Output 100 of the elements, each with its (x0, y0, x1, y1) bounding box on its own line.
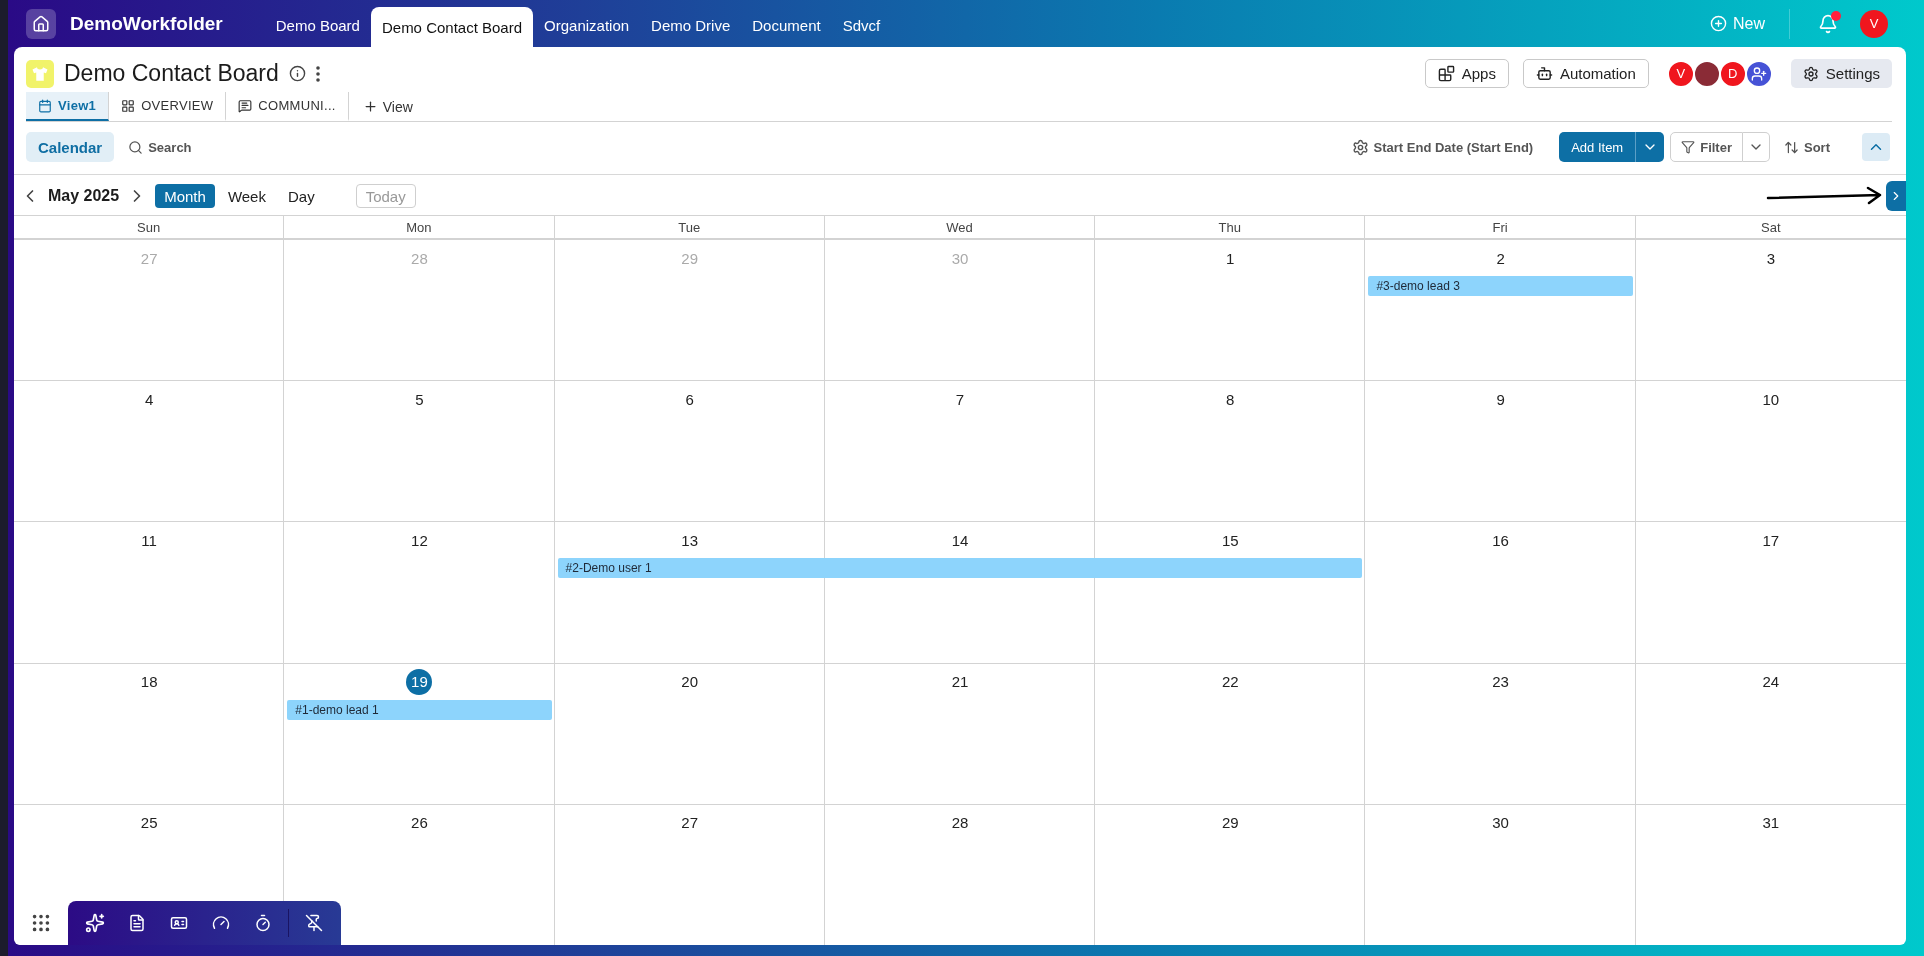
board-tab[interactable]: Organization (533, 7, 641, 43)
search-icon (128, 139, 144, 155)
sparkles-icon (85, 913, 105, 933)
day-number: 26 (411, 814, 428, 832)
day-number: 18 (140, 673, 158, 691)
view-tab[interactable]: OVERVIEW (109, 92, 227, 121)
add-item-button[interactable]: Add Item (1559, 132, 1636, 162)
expand-panel-button[interactable] (1886, 181, 1906, 211)
bell-icon (1818, 13, 1838, 34)
sort-icon (1784, 139, 1799, 155)
home-button[interactable] (26, 8, 56, 39)
robot-icon (1535, 65, 1553, 82)
add-item-dropdown[interactable] (1635, 132, 1665, 162)
calendar-icon (38, 98, 52, 113)
shirt-icon (31, 64, 49, 83)
day-number: 30 (1492, 814, 1509, 832)
day-number: 3 (1766, 249, 1775, 267)
plus-icon (362, 99, 378, 114)
day-number: 15 (1221, 531, 1239, 549)
settings-button[interactable]: Settings (1790, 59, 1892, 88)
day-number: 2 (1496, 249, 1505, 267)
apps-icon (1437, 65, 1455, 82)
weekday-header: Wed (946, 219, 973, 235)
board-tab[interactable]: Demo Board (264, 7, 371, 43)
day-number: 10 (1762, 390, 1780, 408)
home-icon (32, 14, 50, 33)
weekday-header: Sun (137, 219, 161, 235)
dots-grid-icon (30, 912, 52, 934)
board-tab[interactable]: Document (741, 7, 832, 43)
gear-icon (1351, 138, 1369, 156)
plus-circle-icon (1710, 15, 1727, 32)
board-tab[interactable]: Demo Contact Board (370, 7, 534, 47)
search-button[interactable]: Search (120, 139, 200, 155)
day-number: 24 (1762, 673, 1780, 691)
user-avatar[interactable]: V (1666, 59, 1695, 88)
range-button[interactable]: Month (155, 184, 215, 208)
day-number: 20 (681, 673, 699, 691)
settings-icon (1802, 65, 1819, 82)
board-tab[interactable]: Demo Drive (640, 7, 742, 43)
day-number: 23 (1492, 673, 1509, 691)
gauge-icon (212, 914, 230, 932)
day-number: 30 (951, 249, 969, 267)
info-icon (288, 65, 306, 82)
more-menu-icon (315, 65, 320, 82)
filter-button[interactable]: Filter (1670, 132, 1743, 162)
day-number: 27 (681, 814, 699, 832)
pin-off-icon (305, 914, 323, 932)
day-number: 6 (685, 390, 694, 408)
view-tab[interactable]: COMMUNI... (226, 92, 349, 121)
add-user-icon (1750, 65, 1767, 82)
day-number: 22 (1221, 673, 1239, 691)
board-title: Demo Contact Board (64, 60, 279, 87)
day-number: 8 (1226, 390, 1235, 408)
day-number: 11 (141, 531, 157, 549)
day-number: 28 (411, 249, 428, 267)
day-number: 25 (140, 814, 158, 832)
event-bar[interactable]: #2-Demo user 1 (557, 558, 1363, 579)
add-view-button[interactable]: View (348, 92, 427, 121)
day-number: 9 (1496, 390, 1505, 408)
range-button[interactable]: Week (218, 184, 275, 208)
day-number: 28 (951, 814, 969, 832)
notification-button[interactable] (1818, 13, 1838, 34)
info-button[interactable] (288, 65, 306, 82)
day-number: 14 (951, 531, 969, 549)
filter-icon (1681, 140, 1696, 154)
day-number: 7 (955, 390, 965, 408)
collapse-button[interactable] (1862, 133, 1890, 161)
day-number: 12 (411, 531, 428, 549)
user-avatar[interactable]: D (1718, 59, 1747, 88)
day-number: 19 (406, 668, 433, 695)
range-button[interactable]: Day (278, 184, 324, 208)
view-tab[interactable]: View1 (26, 92, 110, 121)
month-label: May 2025 (48, 187, 120, 205)
weekday-header: Tue (678, 219, 701, 235)
day-number: 1 (1226, 249, 1235, 267)
automation-button[interactable]: Automation (1522, 59, 1649, 88)
weekday-header: Fri (1492, 219, 1508, 235)
day-number: 4 (144, 390, 154, 408)
weekday-header: Mon (406, 219, 432, 235)
calendar-mode-button[interactable]: Calendar (26, 132, 115, 162)
day-number: 31 (1762, 814, 1780, 832)
timer-icon (254, 914, 272, 932)
grid-icon (121, 98, 136, 113)
id-card-icon (170, 914, 188, 932)
board-tab[interactable]: Sdvcf (831, 7, 892, 43)
day-number: 5 (415, 390, 424, 408)
date-field-button[interactable]: Start End Date (Start End) (1343, 138, 1542, 156)
day-number: 27 (140, 249, 158, 267)
apps-button[interactable]: Apps (1424, 59, 1509, 88)
weekday-header: Thu (1218, 219, 1241, 235)
day-number: 17 (1762, 531, 1780, 549)
document-icon (128, 914, 146, 932)
day-number: 13 (681, 531, 699, 549)
more-menu-button[interactable] (315, 65, 320, 82)
event-bar[interactable]: #3-demo lead 3 (1368, 276, 1633, 296)
user-avatar[interactable]: V (1860, 9, 1888, 38)
sort-button[interactable]: Sort (1776, 139, 1838, 155)
event-bar[interactable]: #1-demo lead 1 (287, 699, 552, 720)
message-icon (238, 98, 253, 113)
app-name: DemoWorkfolder (70, 12, 223, 35)
